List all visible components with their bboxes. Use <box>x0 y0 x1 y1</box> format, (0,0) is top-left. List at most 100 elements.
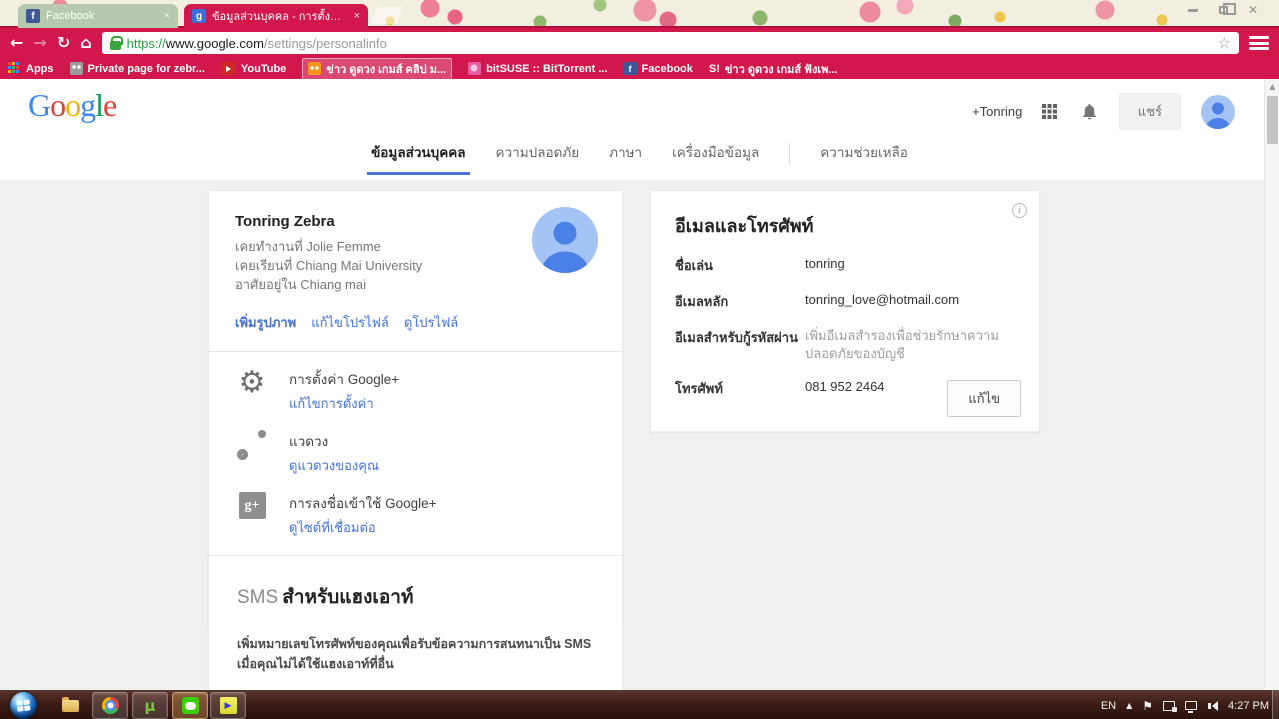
person-icon <box>541 221 589 273</box>
recovery-email-row: อีเมลสำหรับกู้รหัสผ่าน เพิ่มอีเมลสำรองเพ… <box>675 328 999 361</box>
tab-help[interactable]: ความช่วยเหลือ <box>820 141 908 175</box>
taskbar-chrome-button[interactable] <box>92 692 128 719</box>
utorrent-icon: µ <box>144 696 156 715</box>
bookmark-apps[interactable]: Apps <box>8 62 54 75</box>
add-photo-link[interactable]: เพิ่มรูปภาพ <box>235 312 296 333</box>
close-button[interactable]: ✕ <box>1243 3 1263 17</box>
bookmark-label: bitSUSE :: BitTorrent ... <box>486 62 608 75</box>
bookmark-label: Apps <box>26 62 54 75</box>
bookmark-label: Facebook <box>641 62 693 75</box>
card-title: อีเมลและโทรศัพท์ <box>675 216 814 236</box>
clock[interactable]: 4:27 PM <box>1228 700 1269 712</box>
tab-data-tools[interactable]: เครื่องมือข้อมูล <box>672 141 759 175</box>
person-icon <box>1205 102 1231 129</box>
taskbar-utorrent-button[interactable]: µ <box>132 692 168 719</box>
scroll-up-icon[interactable]: ▲ <box>1265 79 1279 94</box>
network-icon[interactable] <box>1185 701 1198 713</box>
tab-title: ข้อมูลส่วนบุคคล - การตั้งค่าบั <box>212 11 348 23</box>
page-content: Google +Tonring แชร์ ข้อมูลส่วนบุคคล ควา… <box>0 79 1279 690</box>
page-scrollbar[interactable]: ▲ <box>1264 79 1279 690</box>
connected-sites-link[interactable]: ดูไซต์ที่เชื่อมต่อ <box>289 520 376 535</box>
sms-description: เพิ่มหมายเลขโทรศัพท์ของคุณเพื่อรับข้อควา… <box>237 637 592 671</box>
view-profile-link[interactable]: ดูโปรไฟล์ <box>404 312 458 333</box>
google-apps-grid-icon[interactable] <box>1042 104 1046 108</box>
bookmark-label: ข่าว ดูดวง เกมส์ ฟังเพ... <box>724 63 838 76</box>
tab-close-icon[interactable]: × <box>164 10 170 22</box>
circles-row: แวดวง ดูแวดวงของคุณ <box>235 430 596 476</box>
device-icon[interactable] <box>1163 700 1178 712</box>
back-icon[interactable]: ← <box>10 35 23 51</box>
edit-profile-link[interactable]: แก้ไขโปรไฟล์ <box>311 312 389 333</box>
url-path: /settings/personalinfo <box>263 35 387 51</box>
browser-menu-icon[interactable] <box>1249 35 1269 51</box>
taskbar-kmplayer-button[interactable]: ▶ <box>210 692 246 719</box>
bookmark-kapook[interactable]: ข่าว ดูดวง เกมส์ คลิป ม... <box>302 58 453 79</box>
share-button[interactable]: แชร์ <box>1118 93 1181 130</box>
google-logo: Google <box>28 87 117 123</box>
bookmark-label: YouTube <box>240 62 287 75</box>
tab-personal-info[interactable]: ข้อมูลส่วนบุคคล <box>367 141 470 175</box>
profile-avatar[interactable] <box>532 207 598 273</box>
bookmark-private-page[interactable]: Private page for zebr... <box>69 62 205 75</box>
tab-facebook[interactable]: f Facebook × <box>18 4 178 28</box>
address-bar[interactable]: https://www.google.com/settings/personal… <box>101 32 1239 54</box>
info-icon[interactable]: i <box>1012 203 1027 218</box>
language-indicator[interactable]: EN <box>1101 700 1116 712</box>
section-title: แวดวง <box>289 434 329 449</box>
bookmark-youtube[interactable]: YouTube <box>220 62 287 75</box>
reload-icon[interactable]: ↻ <box>57 35 70 51</box>
bookmark-facebook[interactable]: f Facebook <box>623 62 693 75</box>
forward-icon[interactable]: → <box>33 35 46 51</box>
tab-title: Facebook <box>46 10 95 22</box>
url-scheme: https:// <box>126 35 166 51</box>
edit-settings-link[interactable]: แก้ไขการตั้งค่า <box>289 396 374 411</box>
browser-toolbar: ← → ↻ ⌂ https://www.google.com/settings/… <box>0 28 1279 58</box>
taskbar-explorer-button[interactable] <box>52 692 88 719</box>
edit-button[interactable]: แก้ไข <box>947 380 1021 417</box>
start-button[interactable] <box>10 692 37 719</box>
primary-email-row: อีเมลหลัก tonring_love@hotmail.com <box>675 292 960 309</box>
google-header: Google +Tonring แชร์ ข้อมูลส่วนบุคคล ควา… <box>0 79 1279 180</box>
restore-button[interactable] <box>1213 3 1236 17</box>
chrome-icon <box>101 697 119 714</box>
show-desktop-button[interactable] <box>1272 690 1279 719</box>
bookmarks-bar: Apps Private page for zebr... YouTube ข่… <box>0 58 1279 79</box>
email-phone-card: อีเมลและโทรศัพท์ i ชื่อเล่น tonring อีเม… <box>650 190 1040 432</box>
youtube-icon <box>220 62 236 75</box>
private-page-favicon-icon <box>69 62 83 75</box>
action-center-flag-icon[interactable]: ⚑ <box>1142 699 1153 713</box>
profile-links: เพิ่มรูปภาพ แก้ไขโปรไฟล์ ดูโปรไฟล์ <box>235 312 596 333</box>
tab-close-icon[interactable]: × <box>354 10 360 22</box>
gplus-settings-row: ⚙ การตั้งค่า Google+ แก้ไขการตั้งค่า <box>235 368 596 414</box>
circles-icon <box>237 430 267 460</box>
screen: f Facebook × g ข้อมูลส่วนบุคคล - การตั้ง… <box>0 0 1279 719</box>
google-favicon-icon: g <box>192 9 206 23</box>
bookmark-star-icon[interactable]: ☆ <box>1218 34 1231 52</box>
card-title: SMS สำหรับแฮงเอาท์ <box>237 587 414 608</box>
plus-profile-link[interactable]: +Tonring <box>972 104 1022 119</box>
tab-security[interactable]: ความปลอดภัย <box>496 141 580 175</box>
section-title: การตั้งค่า Google+ <box>289 372 400 387</box>
browser-tabstrip: f Facebook × g ข้อมูลส่วนบุคคล - การตั้ง… <box>0 0 1279 28</box>
tab-google-settings[interactable]: g ข้อมูลส่วนบุคคล - การตั้งค่าบั × <box>184 4 368 28</box>
scrollbar-thumb[interactable] <box>1267 96 1278 144</box>
volume-icon[interactable] <box>1207 700 1219 711</box>
notifications-bell-icon[interactable] <box>1080 102 1099 121</box>
view-circles-link[interactable]: ดูแวดวงของคุณ <box>289 458 379 473</box>
sanook-favicon-icon: S! <box>708 62 720 75</box>
taskbar-line-button[interactable] <box>172 692 208 719</box>
account-avatar[interactable] <box>1201 94 1235 129</box>
bookmark-sanook[interactable]: S! ข่าว ดูดวง เกมส์ ฟังเพ... <box>709 60 838 78</box>
apps-grid-icon <box>8 62 11 65</box>
google-plus-icon: g+ <box>238 492 266 519</box>
sms-hangouts-card: SMS สำหรับแฮงเอาท์ เพิ่มหมายเลขโทรศัพท์ขอ… <box>208 555 623 690</box>
bookmark-bitsuse[interactable]: bitSUSE :: BitTorrent ... <box>468 62 608 75</box>
settings-nav: ข้อมูลส่วนบุคคล ความปลอดภัย ภาษา เครื่อง… <box>0 141 1279 175</box>
new-tab-button[interactable] <box>370 7 404 24</box>
home-icon[interactable]: ⌂ <box>80 35 91 51</box>
hidden-icons-caret-icon[interactable]: ▲ <box>1126 701 1132 710</box>
section-title: การลงชื่อเข้าใช้ Google+ <box>289 496 437 511</box>
tab-language[interactable]: ภาษา <box>609 141 642 175</box>
divider <box>209 351 622 352</box>
minimize-button[interactable] <box>1183 3 1203 17</box>
